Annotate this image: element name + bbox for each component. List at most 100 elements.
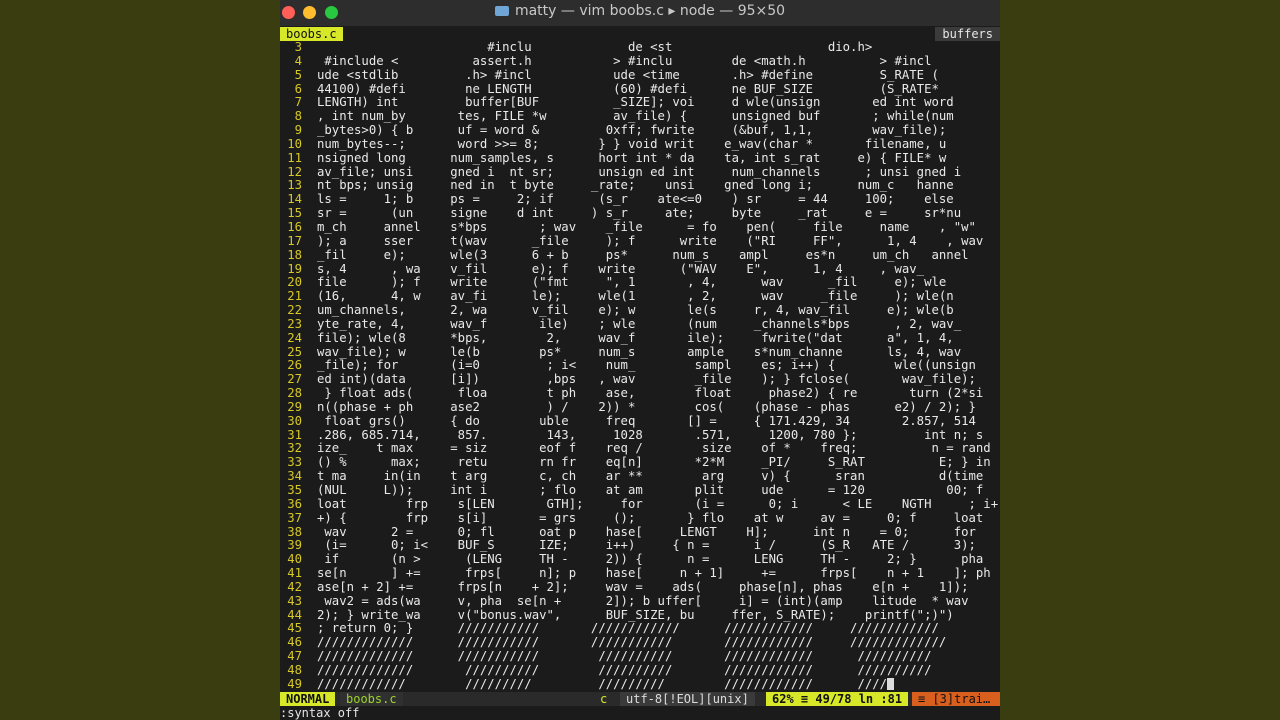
line-text: ude <stdlib .h> #incl ude <time .h> #def… (317, 67, 939, 82)
line-number: 6 (294, 81, 302, 96)
code-line[interactable]: 16 m_ch annel s*bps ; wav _file = fo pen(… (280, 219, 1000, 235)
line-number: 23 (287, 316, 302, 331)
line-text: s, 4 , wa v_fil e); f write ("WAV E", 1,… (317, 261, 925, 276)
code-line[interactable]: 21 (16, 4, w av_fi le); wle(1 , 2, wav _f… (280, 289, 1000, 304)
code-line[interactable]: 37 +) { frp s[i] = grs (); } flo at w av … (280, 510, 1000, 526)
line-number: 16 (287, 219, 302, 234)
tab-boobs-c[interactable]: boobs.c (280, 27, 343, 41)
line-number: 7 (294, 95, 302, 110)
code-line[interactable]: 24 file); wle(8 *bps, 2, wav_f ile); fwri… (280, 330, 1000, 346)
code-line[interactable]: 41 se[n ] += frps[ n]; p hase[ n + 1] += … (280, 566, 1000, 581)
mode-indicator: NORMAL (280, 692, 336, 706)
line-number: 40 (287, 552, 302, 567)
code-line[interactable]: 26 _file); for (i=0 ; i< num_ sampl es; i… (280, 358, 1000, 373)
code-line[interactable]: 48 ///////////// ////////// ////////// //… (280, 662, 1000, 678)
code-line[interactable]: 40 if (n > (LENG TH - 2)) { n = LENG TH … (280, 552, 1000, 567)
line-number: 31 (287, 427, 302, 442)
line-text: ///////////// /////////// /////////// //… (317, 635, 947, 650)
code-line[interactable]: 20 file ); f write ("fmt ", 1 , 4, wav _f… (280, 275, 1000, 290)
line-number: 17 (287, 233, 302, 248)
line-text: ed int)(data [i]) ,bps , wav _file ); } … (317, 372, 976, 387)
line-number: 20 (287, 275, 302, 290)
line-text: se[n ] += frps[ n]; p hase[ n + 1] += fr… (317, 566, 991, 581)
code-line[interactable]: 13 nt bps; unsig ned in t byte _rate; uns… (280, 179, 1000, 193)
line-number: 11 (287, 150, 302, 165)
code-line[interactable]: 22 um_channels, 2, wa v_fil e); w le(s r,… (280, 303, 1000, 318)
text-cursor (887, 677, 895, 690)
code-line[interactable]: 11 nsigned long num_samples, s hort int *… (280, 150, 1000, 166)
code-line[interactable]: 33 () % max; retu rn fr eq[n] *2*M _PI/ S… (280, 455, 1000, 470)
code-line[interactable]: 8 , int num_by tes, FILE *w av_file) { un… (280, 109, 1000, 124)
code-line[interactable]: 9 _bytes>0) { b uf = word & 0xff; fwrite … (280, 123, 1000, 138)
code-line[interactable]: 29 n((phase + ph ase2 ) / 2)) * cos( (pha… (280, 400, 1000, 415)
code-line[interactable]: 39 (i= 0; i< BUF_S IZE; i++) { n = i / (… (280, 538, 1000, 553)
line-text: (NUL L)); int i ; flo at am plit ude = 1… (317, 483, 984, 497)
code-line[interactable]: 15 sr = (un signe d int ) s_r ate; byte _… (280, 206, 1000, 221)
code-line[interactable]: 6 44100) #defi ne LENGTH (60) #defi ne BU… (280, 81, 1000, 97)
code-line[interactable]: 32 ize_ t max = siz eof f req / size of *… (280, 442, 1000, 456)
line-text: #inclu de <st dio.h> (317, 41, 873, 54)
code-line[interactable]: 10 num_bytes--; word >>= 8; } } void writ… (280, 137, 1000, 152)
line-number: 34 (287, 469, 302, 484)
line-text: wav2 = ads(wa v, pha se[n + 2]); b uffer… (317, 593, 969, 608)
editor-buffer[interactable]: 3 #inclu de <st dio.h> 4 #include < asser… (280, 41, 1000, 692)
code-line[interactable]: 7 LENGTH) int buffer[BUF _SIZE]; voi d wl… (280, 95, 1000, 110)
line-text: ///////////// /////////// ////////// ///… (317, 649, 932, 664)
line-number: 18 (287, 247, 302, 262)
line-text: () % max; retu rn fr eq[n] *2*M _PI/ S_R… (317, 455, 991, 470)
code-line[interactable]: 47 ///////////// /////////// ////////// /… (280, 649, 1000, 664)
code-line[interactable]: 17); a sser t(wav _file ); f write ("RI … (280, 233, 1000, 249)
folder-icon (494, 6, 509, 16)
code-line[interactable]: 3 #inclu de <st dio.h> (280, 41, 1000, 55)
line-number: 38 (287, 524, 302, 539)
line-number: 14 (287, 192, 302, 207)
line-number: 26 (287, 358, 302, 373)
line-number: 24 (287, 330, 302, 345)
line-number: 48 (287, 662, 302, 677)
vim-statusline: NORMAL boobs.c c utf-8[!EOL][unix] 62% ≡… (280, 692, 1000, 706)
code-line[interactable]: 43 wav2 = ads(wa v, pha se[n + 2]); b uf… (280, 593, 1000, 609)
code-line[interactable]: 36 loat frp s[LEN GTH]; for (i = 0; i < L… (280, 497, 1000, 512)
code-line[interactable]: 4 #include < assert.h > #inclu de <math.… (280, 53, 1000, 69)
code-line[interactable]: 14 ls = 1; b ps = 2; if (s_r ate<=0 ) sr … (280, 192, 1000, 207)
code-line[interactable]: 34 t ma in(in t arg c, ch ar ** arg v) { … (280, 469, 1000, 484)
line-text: yte_rate, 4, wav_f ile) ; wle (num _chan… (317, 316, 962, 331)
code-line[interactable]: 5 ude <stdlib .h> #incl ude <time .h> #de… (280, 67, 1000, 83)
code-line[interactable]: 42 ase[n + 2] += frps[n + 2]; wav = ads( … (280, 580, 1000, 595)
line-number: 4 (294, 53, 302, 68)
line-text: +) { frp s[i] = grs (); } flo at w av = … (317, 510, 984, 525)
line-text: (i= 0; i< BUF_S IZE; i++) { n = i / (S_R… (317, 538, 976, 553)
line-text: .286, 685.714, 857. 143, 1028 .571, 1200… (317, 427, 984, 442)
code-line[interactable]: 35 (NUL L)); int i ; flo at am plit ude =… (280, 483, 1000, 498)
line-text: um_channels, 2, wa v_fil e); w le(s r, 4… (317, 303, 954, 318)
code-line[interactable]: 30 float grs() { do uble freq [] = { 171… (280, 413, 1000, 429)
line-number: 35 (287, 483, 302, 497)
code-line[interactable]: 23 yte_rate, 4, wav_f ile) ; wle (num _ch… (280, 316, 1000, 332)
line-text: float grs() { do uble freq [] = { 171.42… (317, 413, 976, 428)
code-line[interactable]: 18 _fil e); wle(3 6 + b ps* num_s ampl es… (280, 247, 1000, 263)
line-number: 30 (287, 413, 302, 428)
line-text: wav_file); w le(b ps* num_s ample s*num_… (317, 344, 962, 359)
vim-tabline: boobs.c buffers (280, 27, 1000, 41)
window-title: matty — vim boobs.c ▸ node — 95×50 (280, 3, 1000, 19)
line-number: 19 (287, 261, 302, 276)
line-text: ; return 0; } /////////// //////////// /… (317, 621, 939, 636)
statusline-position: 62% ≡ 49/78 ln :81 (766, 692, 909, 706)
line-text: sr = (un signe d int ) s_r ate; byte _ra… (317, 206, 962, 221)
line-number: 37 (287, 510, 302, 525)
code-line[interactable]: 49 //////////// ///////// ///////// /////… (280, 677, 1000, 692)
code-line[interactable]: 28 } float ads( floa t ph ase, float pha… (280, 386, 1000, 401)
statusline-trailing-warning: ≡ [3]trai… (912, 692, 1000, 706)
command-line[interactable]: :syntax off (280, 706, 1000, 720)
code-line[interactable]: 46 ///////////// /////////// /////////// … (280, 635, 1000, 650)
code-line[interactable]: 44 2); } write_wa v("bonus.wav", BUF_SIZE… (280, 608, 1000, 623)
code-line[interactable]: 12 av_file; unsi gned i nt sr; unsign ed … (280, 165, 1000, 180)
code-line[interactable]: 45 ; return 0; } /////////// ////////////… (280, 622, 1000, 636)
code-line[interactable]: 38 wav 2 = 0; fl oat p hase[ LENGT H]; i… (280, 524, 1000, 540)
code-line[interactable]: 25 wav_file); w le(b ps* num_s ample s*nu… (280, 344, 1000, 360)
line-text: if (n > (LENG TH - 2)) { n = LENG TH - 2… (317, 552, 984, 567)
code-line[interactable]: 31 .286, 685.714, 857. 143, 1028 .571, 12… (280, 427, 1000, 443)
code-line[interactable]: 19 s, 4 , wa v_fil e); f write ("WAV E", … (280, 261, 1000, 277)
code-line[interactable]: 27 ed int)(data [i]) ,bps , wav _file ); … (280, 372, 1000, 387)
statusline-filetype: c (600, 692, 608, 706)
